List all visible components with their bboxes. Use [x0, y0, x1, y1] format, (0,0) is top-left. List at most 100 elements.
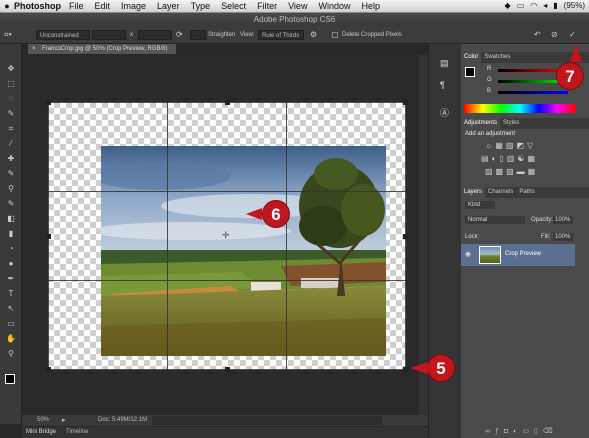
crop-handle-br[interactable]	[403, 367, 408, 372]
battery-icon[interactable]: ▮	[553, 1, 557, 10]
clear-button[interactable]	[190, 30, 206, 40]
horizontal-scrollbar[interactable]	[152, 416, 382, 425]
crop-handle-l[interactable]	[46, 234, 51, 239]
zoom-level[interactable]: 50%	[37, 417, 49, 423]
crop-center-icon: ✛	[222, 230, 230, 240]
brush-tool-icon[interactable]: ✎	[5, 169, 17, 179]
view-select[interactable]: Rule of Thirds	[258, 30, 304, 40]
fill-label: Fill:	[541, 234, 551, 240]
zoom-tool-icon[interactable]: ⚲	[5, 349, 17, 359]
menu-app-name[interactable]: Photoshop	[14, 1, 61, 11]
menu-file[interactable]: File	[69, 1, 84, 11]
crop-handle-b[interactable]	[225, 367, 230, 372]
tab-paths[interactable]: Paths	[516, 187, 537, 198]
crop-handle-tr[interactable]	[403, 100, 408, 105]
adjustment-icons-row1[interactable]: ☼▦▨◩▽	[485, 141, 536, 150]
tab-layers[interactable]: Layers	[461, 187, 486, 198]
crop-handle-r[interactable]	[403, 234, 408, 239]
eraser-tool-icon[interactable]: ◧	[5, 214, 17, 224]
tab-adjustments[interactable]: Adjustments	[461, 118, 501, 129]
fill-field[interactable]: 100%	[553, 233, 573, 241]
marquee-tool-icon[interactable]: ⬚	[5, 79, 17, 89]
apple-menu-icon[interactable]: ●	[0, 1, 14, 11]
layer-row-crop-preview[interactable]: ◉ Crop Preview	[461, 244, 575, 266]
crop-handle-bl[interactable]	[46, 367, 51, 372]
crop-tool-icon[interactable]: ⌗▾	[4, 30, 12, 40]
tab-swatches[interactable]: Swatches	[481, 52, 513, 63]
tab-mini-bridge[interactable]: Mini Bridge	[26, 429, 56, 435]
info-icon[interactable]: Ⓐ	[440, 106, 449, 119]
blend-mode-select[interactable]: Normal	[465, 216, 525, 224]
eyedropper-tool-icon[interactable]: ⁄	[5, 139, 17, 149]
history-brush-tool-icon[interactable]: ✎	[5, 199, 17, 209]
dropbox-icon[interactable]: ◆	[505, 1, 511, 10]
height-field[interactable]	[138, 30, 172, 40]
close-tab-icon[interactable]: ×	[32, 44, 36, 54]
menu-image[interactable]: Image	[121, 1, 146, 11]
crop-preview-photo[interactable]	[101, 146, 386, 356]
foreground-color-swatch[interactable]	[465, 67, 475, 77]
menu-window[interactable]: Window	[318, 1, 350, 11]
menu-layer[interactable]: Layer	[157, 1, 180, 11]
display-icon[interactable]: ▭	[517, 1, 525, 10]
opacity-label: Opacity:	[531, 217, 554, 223]
cancel-icon[interactable]: ⊘	[551, 30, 558, 40]
layer-footer-icons[interactable]: ∞ƒ◘◐▭▯⌫	[485, 427, 558, 435]
tab-timeline[interactable]: Timeline	[66, 429, 88, 435]
ratio-select[interactable]: Unconstrained	[36, 30, 90, 40]
adjustment-icons-row2[interactable]: ▤◐▯▥☯▦	[481, 154, 538, 163]
opacity-field[interactable]: 100%	[553, 216, 573, 224]
tab-styles[interactable]: Styles	[500, 118, 522, 129]
foreground-color-icon[interactable]	[5, 374, 15, 384]
healing-tool-icon[interactable]: ✚	[5, 154, 17, 164]
layer-thumbnail	[479, 246, 501, 264]
menu-select[interactable]: Select	[221, 1, 246, 11]
properties-icon[interactable]: ¶	[440, 80, 445, 90]
volume-icon[interactable]: ◂	[543, 1, 547, 10]
menu-edit[interactable]: Edit	[95, 1, 111, 11]
swap-icon[interactable]: ⟳	[176, 30, 183, 40]
delete-cropped-checkbox[interactable]	[332, 32, 338, 38]
history-icon[interactable]: ▤	[440, 58, 449, 69]
type-tool-icon[interactable]: T	[5, 289, 17, 299]
callout-5-pointer	[410, 362, 428, 374]
menu-help[interactable]: Help	[361, 1, 380, 11]
kind-filter-select[interactable]: Kind	[465, 201, 495, 209]
blend-mode-value: Normal	[468, 217, 488, 223]
crop-tool-icon[interactable]: ⌗	[5, 124, 17, 134]
wifi-icon[interactable]: ◠	[530, 1, 537, 10]
lasso-tool-icon[interactable]: ◌	[5, 94, 17, 104]
shape-tool-icon[interactable]: ▭	[5, 319, 17, 329]
quick-select-tool-icon[interactable]: ✎	[5, 109, 17, 119]
move-tool-icon[interactable]: ✥	[5, 64, 17, 74]
width-field[interactable]	[92, 30, 126, 40]
tab-color[interactable]: Color	[461, 52, 482, 63]
hand-tool-icon[interactable]: ✋	[5, 334, 17, 344]
status-bar: 50% ▸ Doc: 5.49M/12.1M	[22, 415, 428, 426]
path-select-tool-icon[interactable]: ↖	[5, 304, 17, 314]
gear-icon[interactable]: ⚙	[310, 30, 317, 40]
stamp-tool-icon[interactable]: ⚲	[5, 184, 17, 194]
commit-check-icon[interactable]: ✓	[569, 30, 576, 40]
blur-tool-icon[interactable]: ◔	[5, 244, 17, 254]
menu-type[interactable]: Type	[191, 1, 211, 11]
visibility-eye-icon[interactable]: ◉	[465, 250, 471, 258]
crop-handle-tl[interactable]	[46, 100, 51, 105]
menu-view[interactable]: View	[288, 1, 307, 11]
reset-icon[interactable]: ↶	[534, 30, 541, 40]
tab-channels[interactable]: Channels	[485, 187, 516, 198]
status-menu-icon[interactable]: ▸	[62, 416, 66, 424]
vertical-scrollbar[interactable]	[419, 55, 428, 415]
grid-line-v2	[286, 102, 287, 370]
adjustment-icons-row3[interactable]: ▨▩▧▬▦	[485, 167, 538, 176]
gradient-tool-icon[interactable]: ▮	[5, 229, 17, 239]
document-tab[interactable]: × FrancoCrop.jpg @ 50% (Crop Preview, RG…	[28, 44, 176, 54]
dodge-tool-icon[interactable]: ●	[5, 259, 17, 269]
blue-slider[interactable]	[498, 91, 568, 94]
menu-filter[interactable]: Filter	[257, 1, 277, 11]
pen-tool-icon[interactable]: ✒	[5, 274, 17, 284]
crop-handle-t[interactable]	[225, 100, 230, 105]
tools-host: ✥ ⬚ ◌ ✎ ⌗ ⁄ ✚ ✎ ⚲ ✎ ◧ ▮ ◔ ● ✒ T ↖ ▭ ✋ ⚲	[0, 44, 22, 424]
color-spectrum[interactable]	[464, 104, 576, 113]
straighten-button[interactable]: Straighten	[208, 30, 235, 40]
